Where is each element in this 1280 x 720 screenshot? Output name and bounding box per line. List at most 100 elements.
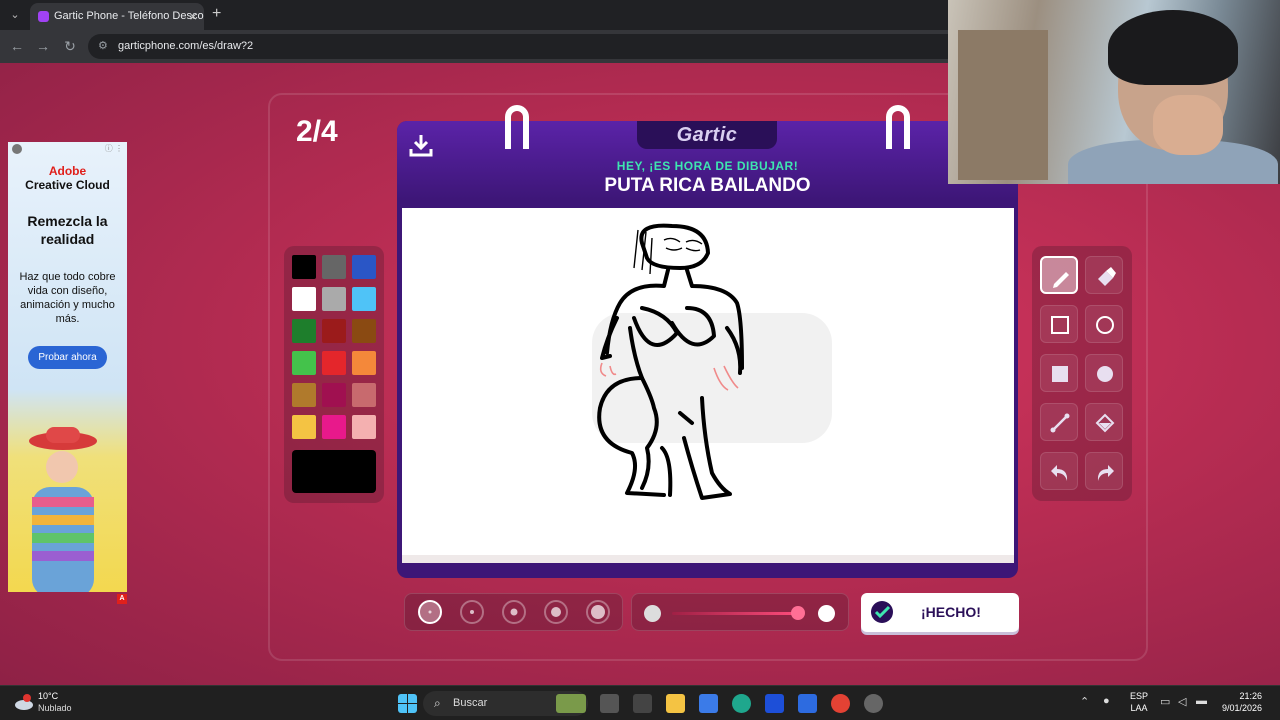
language-indicator[interactable]: ESP LAA <box>1130 690 1148 714</box>
clock-date: 9/01/2026 <box>1222 703 1263 713</box>
close-tab-icon[interactable]: × <box>189 3 197 30</box>
current-color-preview <box>292 450 376 493</box>
url-field[interactable]: ⚙ garticphone.com/es/draw?2 <box>88 34 968 59</box>
color-swatch[interactable] <box>322 351 346 375</box>
battery-icon[interactable]: ▬ <box>1196 695 1207 707</box>
browser-tab[interactable]: Gartic Phone - Teléfono Descon × <box>30 3 204 30</box>
fill-bucket-tool-button[interactable] <box>1085 403 1123 441</box>
ellipse-fill-tool-button[interactable] <box>1085 354 1123 392</box>
widget-image-icon[interactable] <box>556 694 586 713</box>
color-swatch[interactable] <box>352 319 376 343</box>
prompt-label: HEY, ¡ES HORA DE DIBUJAR! <box>616 159 799 173</box>
eraser-tool-button[interactable] <box>1085 256 1123 294</box>
color-swatch[interactable] <box>292 351 316 375</box>
color-swatch[interactable] <box>322 255 346 279</box>
brush-size-option[interactable] <box>586 600 610 624</box>
round-counter: 2/4 <box>296 115 338 148</box>
brush-size-option[interactable] <box>460 600 484 624</box>
color-swatch[interactable] <box>292 255 316 279</box>
binder-ring-left <box>505 105 529 149</box>
color-swatch[interactable] <box>322 287 346 311</box>
opacity-track[interactable] <box>672 612 802 615</box>
brush-size-dot <box>428 610 432 614</box>
fill-bucket-tool-icon <box>1095 413 1115 433</box>
search-placeholder: Buscar <box>453 697 488 709</box>
tray-chevron-icon[interactable]: ⌃ <box>1080 695 1089 708</box>
brush-size-option[interactable] <box>544 600 568 624</box>
task-view-icon[interactable] <box>600 694 619 713</box>
rectangle-outline-tool-button[interactable] <box>1040 305 1078 343</box>
pencil-tool-button[interactable] <box>1040 256 1078 294</box>
network-icon[interactable]: ▭ <box>1160 695 1170 708</box>
ellipse-outline-tool-button[interactable] <box>1085 305 1123 343</box>
drawing-canvas[interactable] <box>402 208 1014 563</box>
line-tool-button[interactable] <box>1040 403 1078 441</box>
ad-info-icon[interactable] <box>12 144 22 154</box>
color-swatch[interactable] <box>322 319 346 343</box>
search-icon: ⌕ <box>434 696 441 710</box>
language-line1: ESP <box>1130 691 1149 701</box>
done-label: ¡HECHO! <box>921 604 981 620</box>
app-cube-icon[interactable] <box>633 694 652 713</box>
download-icon[interactable] <box>409 133 433 157</box>
new-tab-icon[interactable]: + <box>212 5 221 23</box>
ad-close-icon[interactable]: ⓘ ⋮ <box>105 143 123 154</box>
language-line2: LAA <box>1130 703 1148 713</box>
color-swatch[interactable] <box>352 255 376 279</box>
color-swatch[interactable] <box>352 351 376 375</box>
brush-size-dot <box>470 610 474 614</box>
color-swatch[interactable] <box>292 287 316 311</box>
weather-description: Nublado <box>38 703 72 713</box>
color-swatch[interactable] <box>322 383 346 407</box>
done-button[interactable]: ¡HECHO! <box>861 593 1019 632</box>
chrome-icon[interactable] <box>831 694 850 713</box>
brush-size-option[interactable] <box>502 600 526 624</box>
color-swatch[interactable] <box>292 319 316 343</box>
webcam-person-hair <box>1108 10 1238 85</box>
rectangle-fill-tool-button[interactable] <box>1040 354 1078 392</box>
undo-tool-button[interactable] <box>1040 452 1078 490</box>
settings-icon[interactable] <box>864 694 883 713</box>
reload-icon[interactable]: ↻ <box>61 38 79 55</box>
color-swatch[interactable] <box>292 383 316 407</box>
weather-temperature: 10°C <box>38 691 59 701</box>
ad-choices-icon[interactable]: A <box>117 594 127 604</box>
color-swatch[interactable] <box>352 287 376 311</box>
redo-tool-button[interactable] <box>1085 452 1123 490</box>
forward-icon[interactable]: → <box>34 38 52 54</box>
site-settings-icon[interactable]: ⚙ <box>98 34 108 59</box>
cloud-weather-icon[interactable] <box>14 692 34 712</box>
file-explorer-icon[interactable] <box>666 694 685 713</box>
url-text: garticphone.com/es/draw?2 <box>118 40 254 52</box>
system-clock[interactable]: 21:26 9/01/2026 <box>1222 690 1262 714</box>
tab-search-menu-icon[interactable]: ⌄ <box>6 6 24 24</box>
windows-start-icon[interactable] <box>398 694 417 713</box>
clock-time: 21:26 <box>1239 691 1263 701</box>
malwarebytes-icon[interactable] <box>765 694 784 713</box>
volume-icon[interactable]: ◁ <box>1178 695 1186 708</box>
prompt-text: PUTA RICA BAILANDO <box>604 175 811 196</box>
ellipse-fill-tool-icon <box>1097 366 1113 382</box>
color-swatch[interactable] <box>322 415 346 439</box>
ad-brand-product: Creative Cloud <box>25 178 110 192</box>
color-swatch[interactable] <box>352 415 376 439</box>
microphone-icon[interactable]: ● <box>1103 695 1110 707</box>
editor-icon[interactable] <box>798 694 817 713</box>
line-tool-icon <box>1050 413 1070 433</box>
adobe-ad[interactable]: ⓘ ⋮ Adobe Creative Cloud Remezcla la rea… <box>8 142 127 592</box>
ad-cta-button[interactable]: Probar ahora <box>28 346 107 369</box>
opacity-slider[interactable] <box>631 593 849 631</box>
drawing-strokes <box>592 223 832 500</box>
redo-tool-icon <box>1097 465 1114 481</box>
windows-taskbar: 10°C Nublado ⌕ Buscar ⌃ ● ESP LAA ▭ ◁ ▬ … <box>0 685 1280 720</box>
store-icon[interactable] <box>699 694 718 713</box>
undo-tool-icon <box>1051 465 1068 481</box>
edge-icon[interactable] <box>732 694 751 713</box>
brush-size-dot <box>510 608 518 616</box>
back-icon[interactable]: ← <box>8 38 26 54</box>
color-swatch[interactable] <box>292 415 316 439</box>
brush-size-option[interactable] <box>418 600 442 624</box>
opacity-handle[interactable] <box>791 606 805 620</box>
color-swatch[interactable] <box>352 383 376 407</box>
webcam-overlay <box>948 0 1280 184</box>
